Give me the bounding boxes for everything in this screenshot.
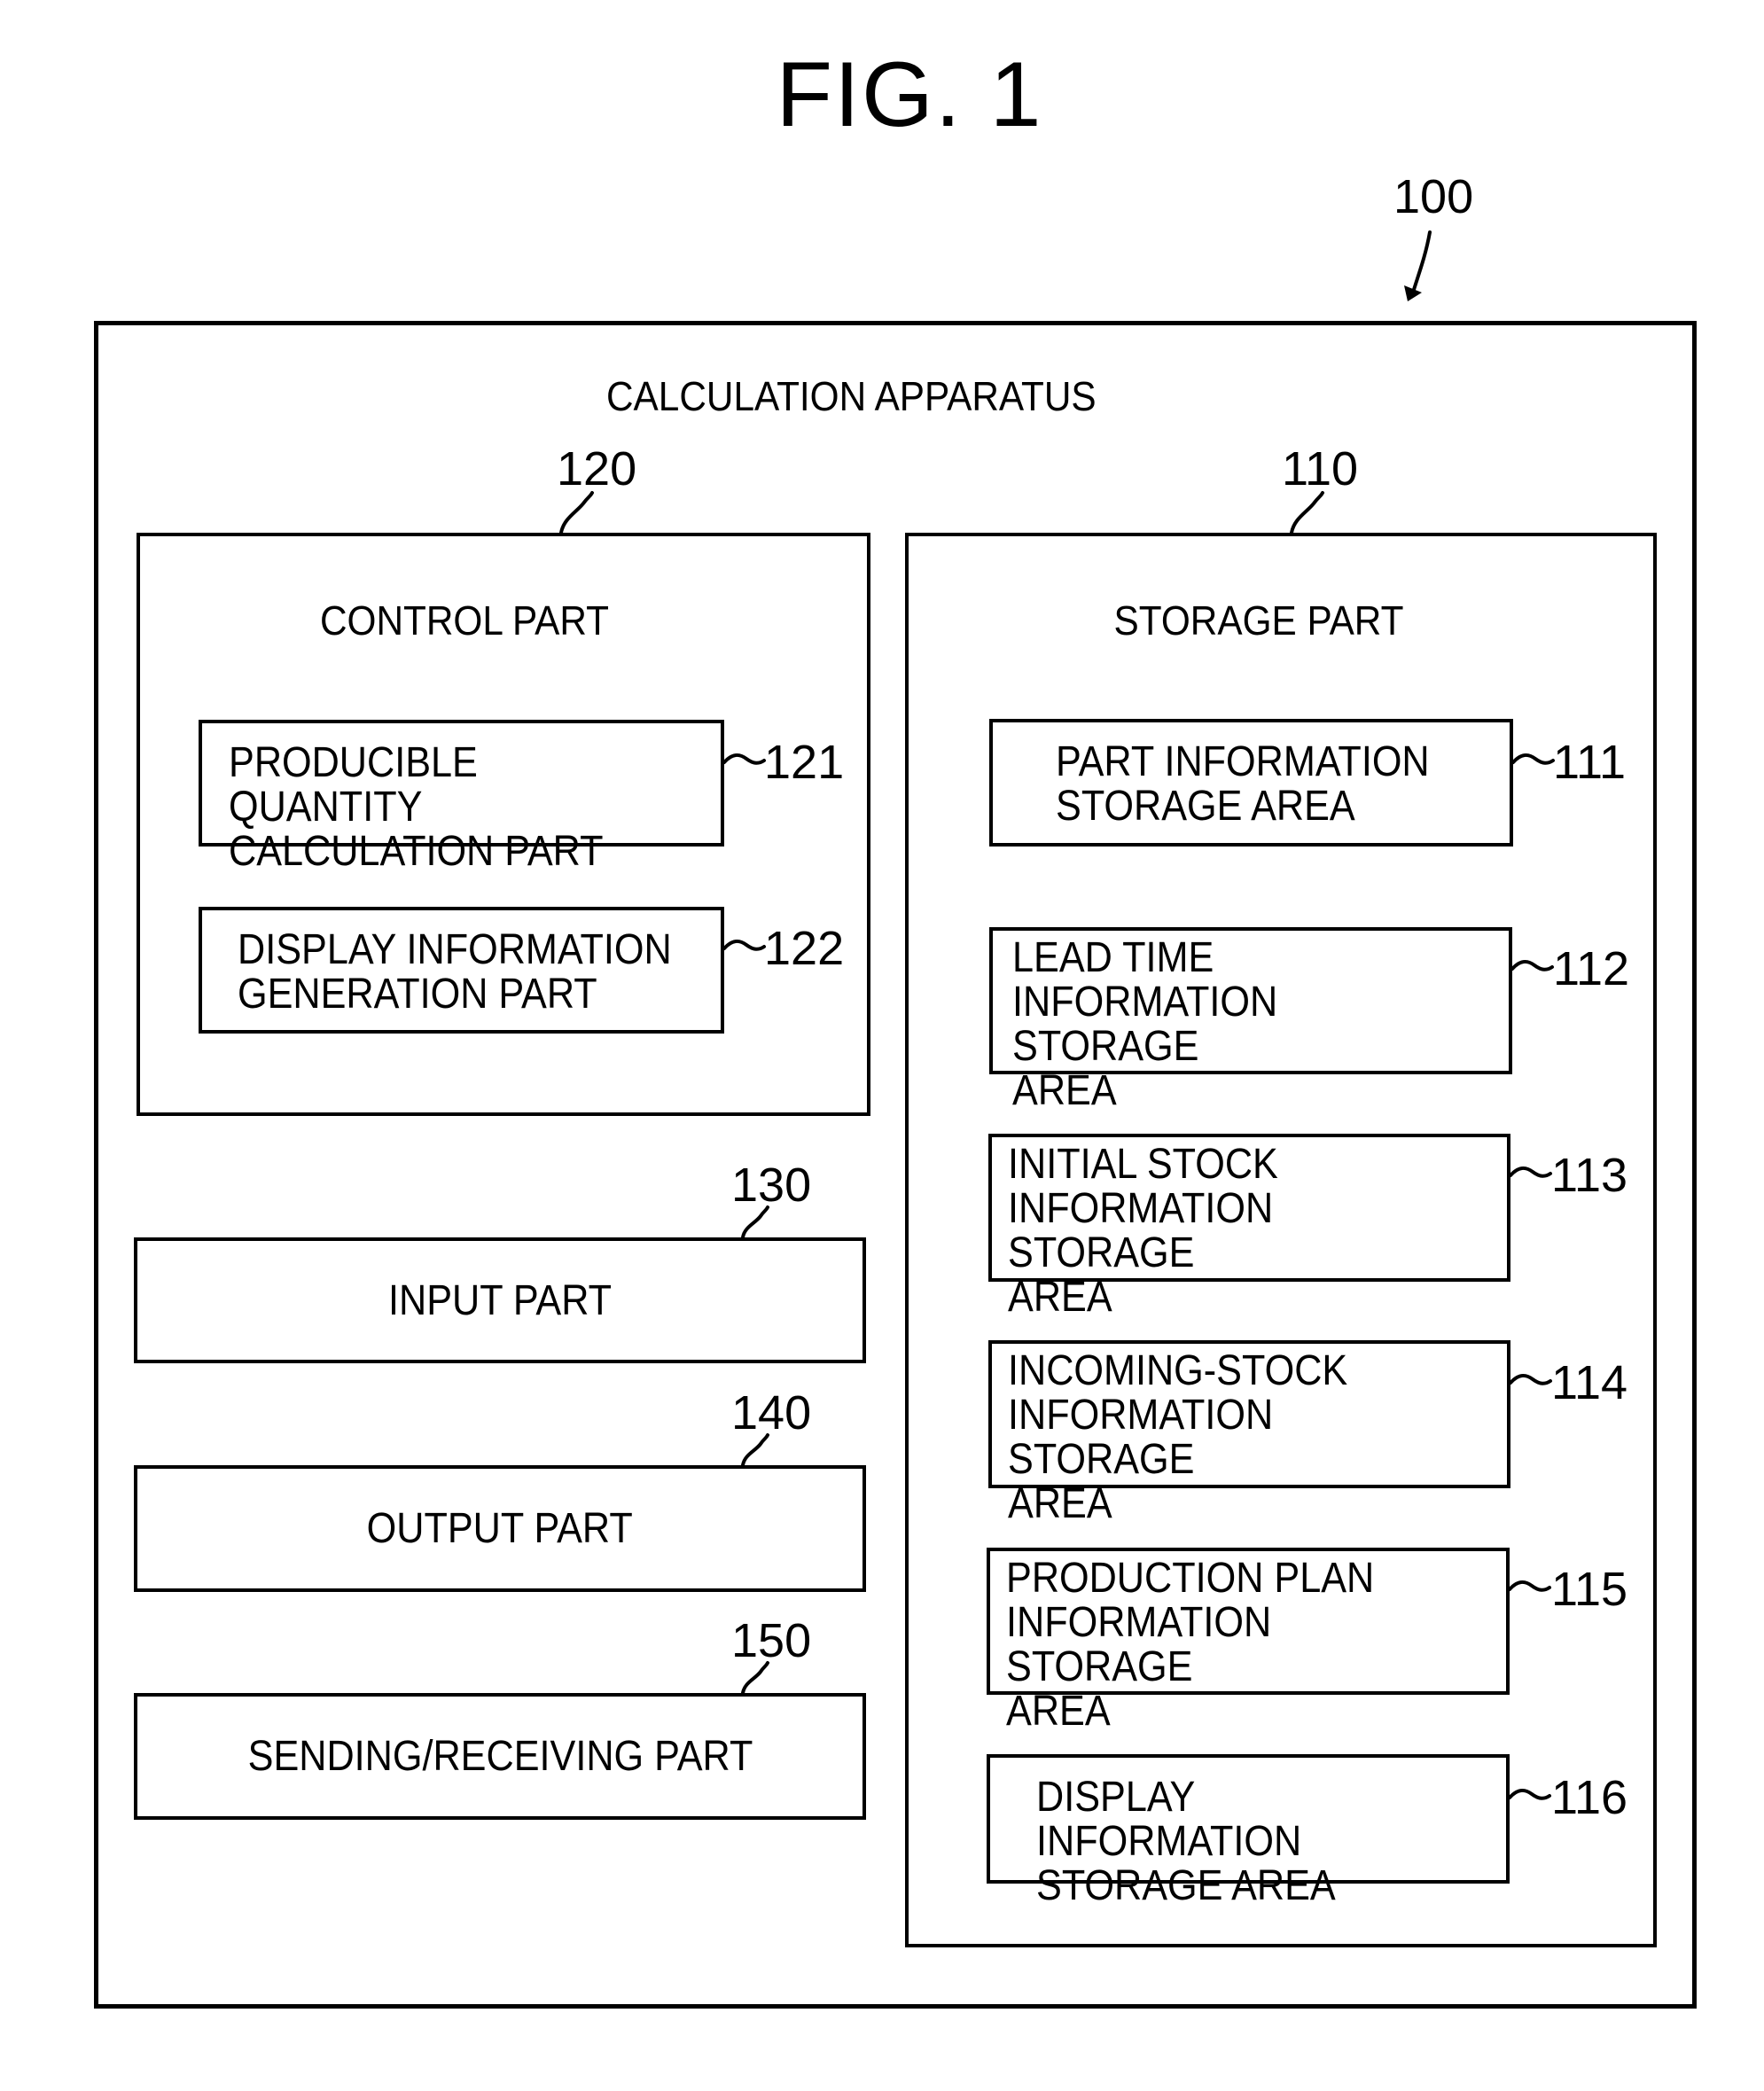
display-information-storage-area-box: DISPLAY INFORMATION STORAGE AREA xyxy=(987,1754,1510,1908)
part-information-storage-area-label: PART INFORMATION STORAGE AREA xyxy=(1056,738,1430,830)
display-information-generation-part-label: DISPLAY INFORMATION GENERATION PART xyxy=(238,926,672,1018)
initial-stock-information-storage-area-box: INITIAL STOCK INFORMATION STORAGE AREA xyxy=(988,1134,1510,1320)
figure-title: FIG. 1 xyxy=(776,43,1043,146)
display-information-generation-part-box: DISPLAY INFORMATION GENERATION PART xyxy=(199,907,724,1034)
calculation-apparatus-label: CALCULATION APPARATUS xyxy=(606,373,1097,419)
control-part-ref-label: 120 xyxy=(557,442,637,495)
sending-receiving-part-box: SENDING/RECEIVING PART xyxy=(134,1693,866,1820)
display-information-storage-area-label: DISPLAY INFORMATION STORAGE AREA xyxy=(1036,1774,1336,1909)
input-part-label: INPUT PART xyxy=(387,1276,613,1324)
output-part-label: OUTPUT PART xyxy=(366,1505,634,1552)
incoming-stock-information-storage-area-box: INCOMING-STOCK INFORMATION STORAGE AREA xyxy=(988,1340,1510,1526)
production-plan-information-storage-area-label: PRODUCTION PLAN INFORMATION STORAGE AREA xyxy=(1006,1555,1375,1735)
input-part-box: INPUT PART xyxy=(134,1237,866,1363)
incoming-stock-information-storage-area-label: INCOMING-STOCK INFORMATION STORAGE AREA xyxy=(1008,1347,1348,1527)
sending-receiving-part-label: SENDING/RECEIVING PART xyxy=(247,1733,753,1780)
production-plan-information-storage-area-box: PRODUCTION PLAN INFORMATION STORAGE AREA xyxy=(987,1548,1510,1734)
ref-label-121: 121 xyxy=(764,736,845,789)
lead-time-information-storage-area-label: LEAD TIME INFORMATION STORAGE AREA xyxy=(1012,934,1278,1114)
sending-receiving-part-ref-label: 150 xyxy=(731,1614,812,1667)
output-part-box: OUTPUT PART xyxy=(134,1465,866,1592)
ref-label-111: 111 xyxy=(1553,736,1627,789)
ref-label-112: 112 xyxy=(1553,942,1630,995)
initial-stock-information-storage-area-label: INITIAL STOCK INFORMATION STORAGE AREA xyxy=(1008,1141,1278,1321)
ref-label-116: 116 xyxy=(1551,1771,1628,1824)
ref-label-115: 115 xyxy=(1551,1563,1628,1616)
arrowhead-icon xyxy=(1404,285,1422,301)
storage-part-label: STORAGE PART xyxy=(1113,597,1404,644)
ref-label-114: 114 xyxy=(1551,1356,1628,1409)
ref-label-113: 113 xyxy=(1551,1149,1628,1202)
ref-label-122: 122 xyxy=(764,922,845,975)
producible-quantity-calculation-part-box: PRODUCIBLE QUANTITY CALCULATION PART xyxy=(199,720,724,874)
part-information-storage-area-box: PART INFORMATION STORAGE AREA xyxy=(989,719,1513,847)
apparatus-ref-arrow xyxy=(1411,230,1432,294)
storage-part-ref-label: 110 xyxy=(1282,442,1359,495)
input-part-ref-label: 130 xyxy=(731,1159,812,1212)
apparatus-ref-label: 100 xyxy=(1393,170,1474,223)
lead-time-information-storage-area-box: LEAD TIME INFORMATION STORAGE AREA xyxy=(989,927,1512,1113)
control-part-label: CONTROL PART xyxy=(319,597,610,644)
producible-quantity-calculation-part-label: PRODUCIBLE QUANTITY CALCULATION PART xyxy=(229,739,604,875)
output-part-ref-label: 140 xyxy=(731,1386,812,1440)
